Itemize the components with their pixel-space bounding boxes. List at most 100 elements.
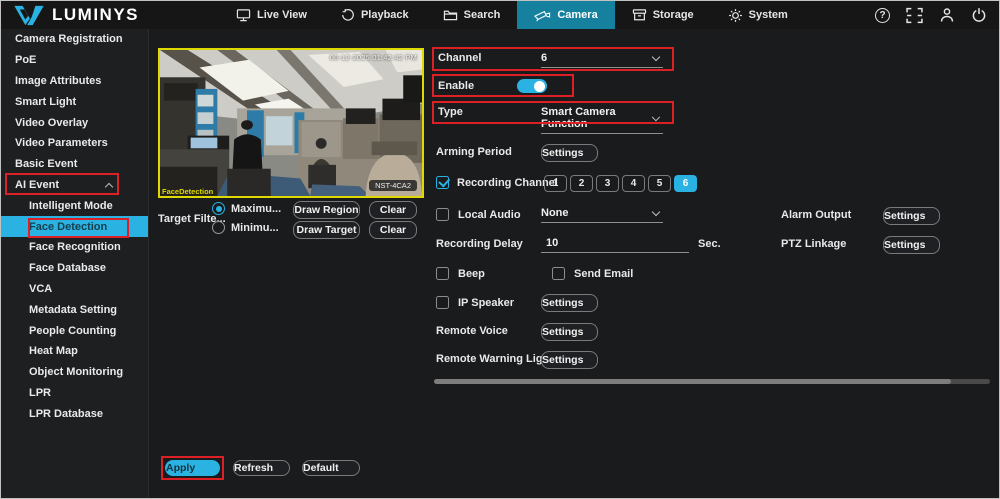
sidebar-item-vca[interactable]: VCA [1,279,148,300]
camera-preview-image [160,50,422,196]
sidebar-item-image-attributes[interactable]: Image Attributes [1,71,148,92]
sidebar-item-people-counting[interactable]: People Counting [1,320,148,341]
beep-checkbox[interactable] [436,267,449,280]
channel-chip-4[interactable]: 4 [622,175,645,192]
ptz-linkage-settings-button[interactable]: Settings [883,236,940,254]
sidebar-item-ai-event[interactable]: AI Event [1,175,148,196]
local-audio-dropdown[interactable]: None [541,207,663,223]
nav-system[interactable]: System [711,1,805,29]
sidebar-item-smart-light[interactable]: Smart Light [1,91,148,112]
monitor-icon [236,8,251,22]
local-audio-row: Local Audio [436,208,521,221]
sidebar-item-video-overlay[interactable]: Video Overlay [1,112,148,133]
default-button[interactable]: Default [302,460,360,476]
remote-warning-light-settings-button[interactable]: Settings [541,351,598,369]
recording-delay-input[interactable]: 10 [541,237,689,253]
sidebar-item-basic-event[interactable]: Basic Event [1,154,148,175]
sidebar: Camera Registration PoE Image Attributes… [1,29,149,498]
channel-chip-2[interactable]: 2 [570,175,593,192]
top-nav-bar: LUMINYS Live View Playback Search [1,1,999,29]
radio-minimum[interactable] [212,221,225,234]
clear-target-button[interactable]: Clear [369,221,417,239]
scan-icon[interactable] [906,7,923,24]
type-label: Type [438,106,463,118]
playback-icon [341,8,355,22]
sidebar-item-poe[interactable]: PoE [1,50,148,71]
draw-target-button[interactable]: Draw Target [293,221,360,239]
power-icon[interactable] [970,7,987,24]
sidebar-item-face-recognition[interactable]: Face Recognition [1,237,148,258]
alarm-output-label: Alarm Output [781,209,851,221]
send-email-row: Send Email [552,267,633,280]
target-filter-max-option[interactable]: Maximu... [212,202,281,215]
camera-name-badge: NST-4CA2 [369,180,417,191]
nav-label: System [749,9,788,21]
nav-playback[interactable]: Playback [324,1,426,29]
arming-period-label: Arming Period [436,146,512,158]
recording-channel-label: Recording Channel [457,177,558,189]
nav-camera[interactable]: Camera [517,1,614,29]
camera-preview[interactable]: 06-12-2025 01:42:42 PM FaceDetection NST… [158,48,424,198]
alarm-output-settings-button[interactable]: Settings [883,207,940,225]
draw-region-button[interactable]: Draw Region [293,201,360,219]
scrollbar-thumb[interactable] [434,379,951,384]
channel-chip-1[interactable]: 1 [544,175,567,192]
channel-chip-3[interactable]: 3 [596,175,619,192]
sidebar-item-lpr[interactable]: LPR [1,383,148,404]
channel-chip-6[interactable]: 6 [674,175,697,192]
sidebar-item-metadata-setting[interactable]: Metadata Setting [1,299,148,320]
remote-voice-settings-button[interactable]: Settings [541,323,598,341]
beep-row: Beep [436,267,485,280]
face-detection-overlay-label: FaceDetection [162,187,213,196]
sidebar-item-lpr-database[interactable]: LPR Database [1,403,148,424]
radio-maximum[interactable] [212,202,225,215]
sidebar-item-face-detection[interactable]: Face Detection [1,216,148,237]
recording-delay-label: Recording Delay [436,238,523,250]
nav-live-view[interactable]: Live View [219,1,324,29]
sidebar-item-object-monitoring[interactable]: Object Monitoring [1,362,148,383]
camera-icon [534,9,551,22]
chevron-down-icon [652,52,660,60]
channel-chip-5[interactable]: 5 [648,175,671,192]
sidebar-item-face-database[interactable]: Face Database [1,258,148,279]
sidebar-item-heat-map[interactable]: Heat Map [1,341,148,362]
chevron-down-icon [652,112,660,120]
recording-channel-chips: 1 2 3 4 5 6 [544,175,700,192]
sidebar-item-camera-registration[interactable]: Camera Registration [1,29,148,50]
ip-speaker-row: IP Speaker [436,296,514,309]
enable-toggle[interactable] [517,79,547,93]
horizontal-scrollbar[interactable] [434,379,990,384]
remote-voice-label: Remote Voice [436,325,508,337]
sidebar-item-video-parameters[interactable]: Video Parameters [1,133,148,154]
chevron-down-icon [652,207,660,215]
nav-label: Camera [557,9,597,21]
send-email-label: Send Email [574,268,633,280]
beep-label: Beep [458,268,485,280]
nav-label: Storage [653,9,694,21]
recording-channel-checkbox[interactable] [436,176,449,189]
video-timestamp: 06-12-2025 01:42:42 PM [330,53,417,62]
type-dropdown[interactable]: Smart Camera Function [541,106,663,134]
ip-speaker-settings-button[interactable]: Settings [541,294,598,312]
local-audio-checkbox[interactable] [436,208,449,221]
send-email-checkbox[interactable] [552,267,565,280]
channel-dropdown[interactable]: 6 [541,52,663,68]
recording-delay-unit: Sec. [698,238,721,250]
storage-icon [632,8,647,22]
nav-search[interactable]: Search [426,1,518,29]
header-action-icons: ? [874,1,987,29]
ip-speaker-checkbox[interactable] [436,296,449,309]
sidebar-item-intelligent-mode[interactable]: Intelligent Mode [1,195,148,216]
gear-icon [728,8,743,23]
channel-label: Channel [438,52,481,64]
nav-label: Live View [257,9,307,21]
apply-button[interactable]: Apply [165,460,220,476]
arming-period-settings-button[interactable]: Settings [541,144,598,162]
nav-storage[interactable]: Storage [615,1,711,29]
user-icon[interactable] [938,7,955,24]
refresh-button[interactable]: Refresh [233,460,290,476]
main-nav: Live View Playback Search Camera [219,1,805,29]
target-filter-min-option[interactable]: Minimu... [212,221,279,234]
clear-region-button[interactable]: Clear [369,201,417,219]
help-icon[interactable]: ? [874,7,891,24]
